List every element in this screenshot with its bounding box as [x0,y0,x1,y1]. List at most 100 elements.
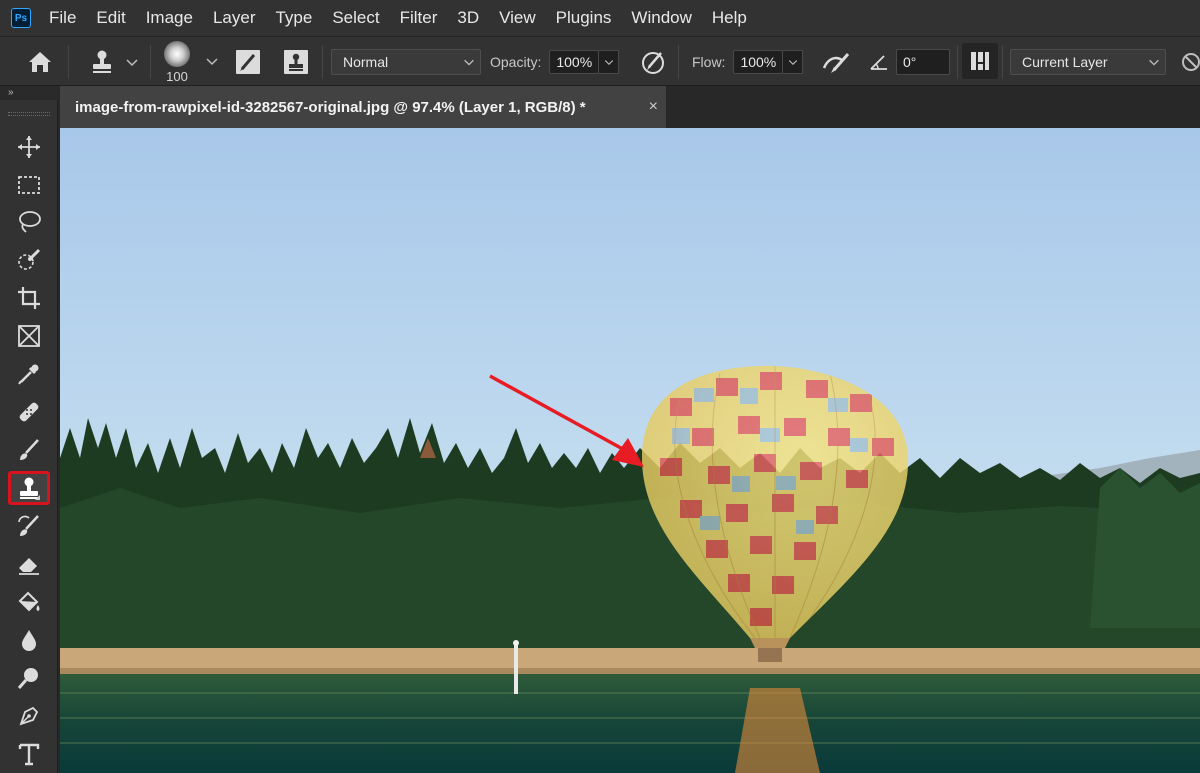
chevron-down-icon [1149,59,1159,66]
opacity-control: Opacity: 100% [490,49,620,75]
menu-file[interactable]: File [39,0,86,36]
adjustment-layers-icon [971,52,989,70]
chevron-down-icon [206,58,218,66]
brush-tool[interactable] [8,433,50,467]
panel-collapse-toggle[interactable]: » [0,86,58,100]
angle-icon [870,55,887,70]
tools-panel: » [0,86,58,773]
menu-window[interactable]: Window [621,0,701,36]
blend-mode-select[interactable]: Normal [331,49,481,75]
document-canvas[interactable] [60,128,1200,773]
marquee-icon [18,176,40,194]
menu-edit[interactable]: Edit [86,0,135,36]
airbrush-toggle[interactable] [820,48,852,76]
clone-source-toggle[interactable] [282,48,310,76]
move-tool[interactable] [8,130,50,164]
close-icon[interactable]: × [649,98,658,116]
panel-grip[interactable] [8,112,50,116]
document-tab-title: image-from-rawpixel-id-3282567-original.… [75,98,586,116]
chevron-down-icon [464,59,474,66]
eyedropper-tool[interactable] [8,357,50,391]
opacity-input[interactable]: 100% [549,50,600,74]
brush-preset-dropdown[interactable] [204,53,220,69]
pen-icon [19,706,39,726]
chevron-down-icon [604,60,614,66]
menu-3d[interactable]: 3D [447,0,489,36]
menu-help[interactable]: Help [702,0,757,36]
healing-brush-tool[interactable] [8,395,50,429]
flow-slider-toggle[interactable] [783,50,804,74]
photoshop-logo-icon[interactable]: Ps [11,8,31,28]
clone-source-icon [284,50,308,74]
dodge-icon [17,668,38,689]
move-icon [18,136,40,158]
chevron-down-icon [126,59,138,67]
brush-icon [20,439,39,460]
stamp-icon [93,50,111,73]
frame-icon [18,325,40,347]
stamp-icon [20,477,40,500]
lake [60,674,1200,773]
eraser-tool[interactable] [8,547,50,581]
tool-preset-picker[interactable] [88,48,140,76]
brush-tip-preview [164,41,190,67]
options-bar: 100 Normal Opacity: 100% Flow: 100% 0° C… [0,36,1200,86]
water-post [514,644,518,694]
crop-icon [18,287,40,309]
lasso-icon [19,211,41,233]
crop-tool[interactable] [8,281,50,315]
clone-stamp-tool[interactable] [8,471,50,505]
pressure-pen-icon [642,52,664,74]
pressure-opacity-toggle[interactable] [640,48,668,76]
drop-icon [22,630,36,651]
lasso-tool[interactable] [8,205,50,239]
type-tool[interactable] [8,737,50,771]
blur-tool[interactable] [8,623,50,657]
frame-tool[interactable] [8,319,50,353]
menu-select[interactable]: Select [322,0,389,36]
menu-filter[interactable]: Filter [390,0,448,36]
brush-angle-control [868,51,890,73]
brush-panel-icon [236,50,260,74]
pen-tool[interactable] [8,699,50,733]
brush-size-label: 100 [166,69,188,84]
eraser-icon [19,558,39,575]
paint-bucket-tool[interactable] [8,585,50,619]
eyedropper-icon [18,364,39,385]
airbrush-icon [822,53,850,73]
blend-mode-value: Normal [343,54,389,70]
beach [60,648,1200,670]
sample-layers-select[interactable]: Current Layer [1010,49,1166,75]
menu-layer[interactable]: Layer [203,0,266,36]
menu-image[interactable]: Image [136,0,203,36]
canvas-image [60,128,1200,773]
type-icon [18,743,40,766]
quick-select-icon [18,248,41,270]
marquee-tool[interactable] [8,168,50,202]
brush-settings-toggle[interactable] [234,48,262,76]
ignore-adjustment-layers-toggle[interactable] [962,43,998,79]
opacity-slider-toggle[interactable] [599,50,620,74]
no-adjustment-icon [1182,53,1200,71]
brush-preset-picker[interactable]: 100 [164,41,190,84]
menu-view[interactable]: View [489,0,546,36]
menu-plugins[interactable]: Plugins [546,0,622,36]
flow-label: Flow: [692,54,726,70]
brush-angle-input[interactable]: 0° [896,49,950,75]
menu-bar: Ps File Edit Image Layer Type Select Fil… [0,0,1200,36]
chevron-down-icon [788,60,798,66]
dodge-tool[interactable] [8,661,50,695]
document-tab-bar: image-from-rawpixel-id-3282567-original.… [58,86,1200,128]
menu-type[interactable]: Type [265,0,322,36]
flow-input[interactable]: 100% [733,50,784,74]
history-brush-tool[interactable] [8,509,50,543]
ignore-adjustment-icon-button[interactable] [1180,51,1200,73]
home-icon [29,52,51,72]
home-button[interactable] [26,49,54,75]
document-tab[interactable]: image-from-rawpixel-id-3282567-original.… [60,86,666,128]
bucket-icon [18,591,40,612]
opacity-label: Opacity: [490,54,542,70]
quick-selection-tool[interactable] [8,243,50,277]
bandage-icon [19,402,39,422]
flow-control: Flow: 100% [692,49,804,75]
